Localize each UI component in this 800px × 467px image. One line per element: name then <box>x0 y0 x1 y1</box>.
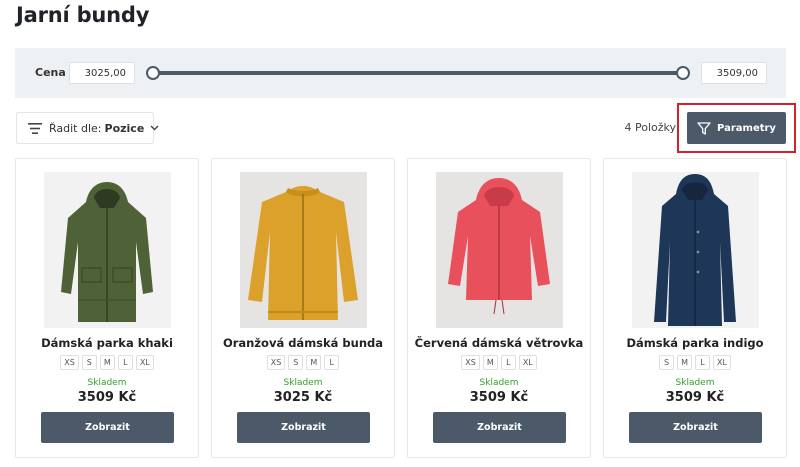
jacket-image <box>61 182 153 322</box>
parameters-button[interactable]: Parametry <box>687 112 786 144</box>
product-price: 3509 Kč <box>665 390 725 405</box>
size-list: S M L XL <box>604 355 786 370</box>
product-image[interactable] <box>240 172 367 328</box>
view-button[interactable]: Zobrazit <box>433 412 566 443</box>
jacket-image <box>248 186 358 320</box>
stock-status: Skladem <box>87 378 127 388</box>
size-list: XS M L XL <box>408 355 590 370</box>
size-option[interactable]: S <box>81 355 97 370</box>
product-image[interactable] <box>44 172 171 328</box>
price-slider-min-handle[interactable] <box>146 66 160 80</box>
product-name[interactable]: Dámská parka indigo <box>604 336 786 350</box>
product-image[interactable] <box>436 172 563 328</box>
product-card[interactable]: Dámská parka indigo S M L XL Skladem 350… <box>603 158 787 458</box>
product-image[interactable] <box>632 172 759 328</box>
price-max-input[interactable]: 3509,00 <box>701 62 767 84</box>
size-option[interactable]: L <box>117 355 133 370</box>
product-price: 3025 Kč <box>273 390 333 405</box>
size-option[interactable]: S <box>659 355 675 370</box>
price-slider-max-handle[interactable] <box>676 66 690 80</box>
stock-status: Skladem <box>479 378 519 388</box>
price-slider-track[interactable] <box>152 71 682 75</box>
product-name[interactable]: Dámská parka khaki <box>16 336 198 350</box>
view-button[interactable]: Zobrazit <box>41 412 174 443</box>
size-option[interactable]: XL <box>518 355 537 370</box>
view-button[interactable]: Zobrazit <box>237 412 370 443</box>
view-button[interactable]: Zobrazit <box>629 412 762 443</box>
size-option[interactable]: M <box>99 355 115 370</box>
size-option[interactable]: XS <box>461 355 480 370</box>
size-option[interactable]: XL <box>135 355 154 370</box>
size-option[interactable]: L <box>324 355 340 370</box>
parameters-label: Parametry <box>717 122 776 134</box>
jacket-image <box>448 178 550 315</box>
product-price: 3509 Kč <box>469 390 529 405</box>
item-count: 4 Položky <box>624 121 676 134</box>
size-list: XS S M L XL <box>16 355 198 370</box>
size-option[interactable]: L <box>695 355 711 370</box>
size-option[interactable]: XL <box>713 355 731 370</box>
chevron-down-icon <box>150 125 159 131</box>
size-list: XS S M L <box>212 355 394 370</box>
price-filter: Cena 3025,00 3509,00 <box>15 48 786 98</box>
sort-icon <box>28 122 42 134</box>
size-option[interactable]: M <box>306 355 322 370</box>
size-option[interactable]: M <box>482 355 498 370</box>
product-name[interactable]: Oranžová dámská bunda <box>212 336 394 350</box>
size-option[interactable]: M <box>677 355 693 370</box>
price-min-input[interactable]: 3025,00 <box>69 62 135 84</box>
stock-status: Skladem <box>675 378 715 388</box>
product-card[interactable]: Červená dámská větrovka XS M L XL Sklade… <box>407 158 591 458</box>
jacket-image <box>654 174 736 326</box>
sort-label: Řadit dle: <box>49 121 102 135</box>
product-grid: Dámská parka khaki XS S M L XL Skladem 3… <box>15 158 787 458</box>
price-label: Cena <box>35 66 66 79</box>
size-option[interactable]: XS <box>266 355 286 370</box>
size-option[interactable]: S <box>288 355 304 370</box>
size-option[interactable]: L <box>500 355 516 370</box>
sort-dropdown[interactable]: Řadit dle: Pozice <box>16 112 159 144</box>
product-name[interactable]: Červená dámská větrovka <box>408 336 590 350</box>
product-card[interactable]: Oranžová dámská bunda XS S M L Skladem 3… <box>211 158 395 458</box>
sort-value: Pozice <box>104 121 145 135</box>
filter-icon <box>697 121 711 135</box>
product-price: 3509 Kč <box>77 390 137 405</box>
stock-status: Skladem <box>283 378 323 388</box>
page-title: Jarní bundy <box>16 3 150 27</box>
product-card[interactable]: Dámská parka khaki XS S M L XL Skladem 3… <box>15 158 199 458</box>
size-option[interactable]: XS <box>60 355 79 370</box>
